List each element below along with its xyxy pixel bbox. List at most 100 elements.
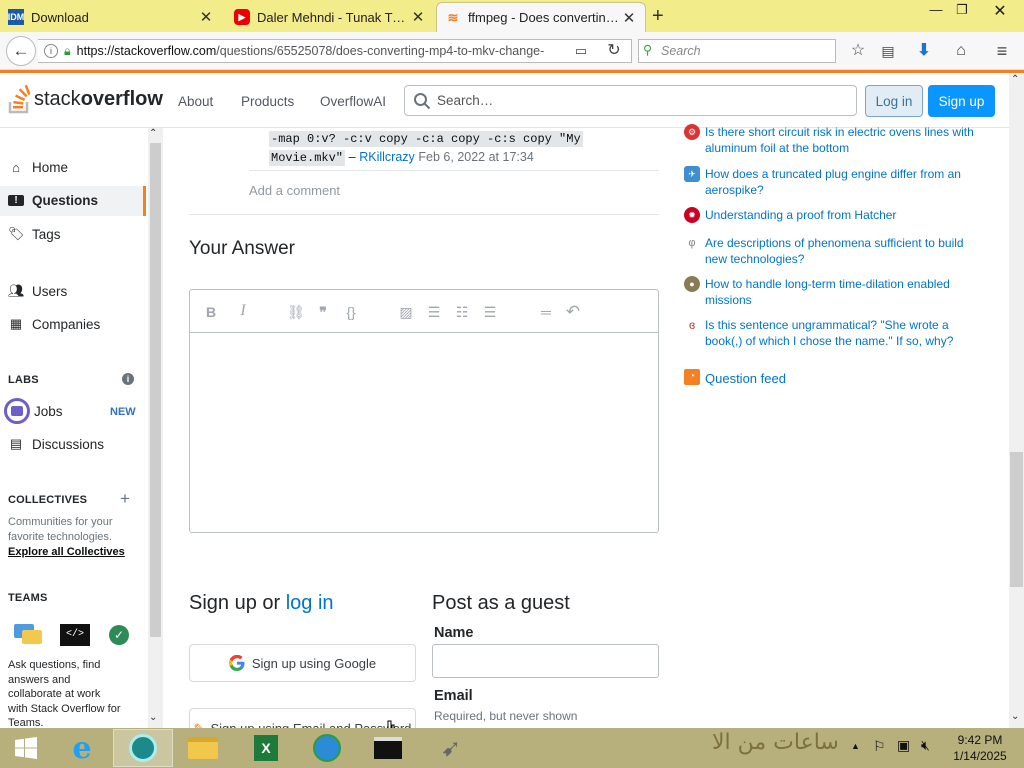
sidebar-item-questions[interactable]: ! Questions [8, 193, 98, 208]
bold-icon[interactable]: B [202, 304, 220, 320]
bulleted-list-icon[interactable]: ☷ [453, 304, 471, 321]
bookmark-star-icon[interactable]: ☆ [847, 40, 869, 62]
tab-youtube[interactable]: ▶ Daler Mehndi - Tunak Tunak Tun ✕ [226, 2, 434, 32]
reload-icon[interactable]: ↻ [603, 40, 625, 62]
page-scrollbar[interactable] [1009, 73, 1024, 728]
add-collective-plus-icon[interactable]: + [120, 489, 130, 509]
question-feed-link[interactable]: Question feed [705, 371, 786, 386]
page-scrollbar-thumb[interactable] [1010, 452, 1023, 587]
tab-stackoverflow[interactable]: ≋ ffmpeg - Does converting mp4 to mkv ✕ [436, 2, 646, 32]
comment-text: -map 0:v? -c:v copy -c:a copy -c:s copy … [269, 129, 583, 167]
windows-start-icon[interactable] [0, 729, 52, 767]
teams-desc: collaborate at work [8, 688, 101, 700]
close-tab-icon[interactable]: ✕ [621, 9, 637, 27]
logo-text-bold: overflow [80, 87, 163, 110]
back-arrow-icon[interactable]: ← [6, 36, 36, 66]
url-bar[interactable]: i 🔒︎ https://stackoverflow.com /question… [38, 39, 632, 63]
comment-code: Movie.mkv" [269, 150, 346, 166]
terminal-icon[interactable] [358, 729, 418, 767]
blockquote-icon[interactable]: ❞ [314, 304, 332, 321]
show-hidden-icons-icon[interactable]: ▲ [851, 741, 860, 751]
login-button[interactable]: Log in [865, 85, 923, 117]
clock-time: 9:42 PM [957, 733, 1003, 747]
numbered-list-icon[interactable]: ☰ [425, 304, 443, 321]
hot-question[interactable]: ⚙ Is there short circuit risk in electric… [684, 124, 974, 156]
image-icon[interactable]: ▨ [397, 304, 415, 321]
sidebar-item-label: Discussions [32, 436, 105, 452]
heading-icon[interactable]: ☰ [481, 304, 499, 321]
info-icon[interactable]: i [122, 373, 134, 385]
sidebar-item-discussions[interactable]: ▤ Discussions [8, 436, 104, 452]
sidebar-item-jobs[interactable]: Jobs [34, 404, 63, 419]
add-comment-link[interactable]: Add a comment [249, 183, 340, 198]
sidebar-item-label: Users [32, 283, 68, 299]
signup-google-button[interactable]: Sign up using Google [189, 644, 416, 682]
scroll-down-arrow-icon[interactable]: ⌄ [149, 712, 157, 723]
signup-button[interactable]: Sign up [928, 85, 995, 117]
login-link[interactable]: log in [286, 592, 334, 614]
youtube-favicon-icon: ▶ [234, 9, 250, 25]
rocket-app-icon[interactable]: ➹ [421, 729, 481, 767]
undo-icon[interactable]: ↶ [564, 302, 582, 322]
internet-explorer-icon[interactable]: e [52, 729, 112, 767]
menu-hamburger-icon[interactable]: ≡ [991, 40, 1013, 62]
hot-question[interactable]: ✹ Understanding a proof from Hatcher [684, 207, 974, 223]
excel-icon[interactable]: X [236, 729, 296, 767]
browser-search-input[interactable]: ⚲ Search [638, 39, 836, 63]
nav-products[interactable]: Products [241, 94, 294, 109]
scroll-down-arrow-icon[interactable]: ⌄ [1011, 711, 1019, 722]
new-tab-plus-icon[interactable]: + [652, 5, 664, 28]
stackoverflow-logo[interactable]: stack overflow [8, 84, 163, 114]
code-braces-icon[interactable]: {} [342, 304, 360, 320]
home-icon[interactable]: ⌂ [950, 40, 972, 62]
italic-icon[interactable]: I [234, 302, 252, 320]
teams-chat-icon [14, 624, 42, 644]
sidebar-item-companies[interactable]: ▦ Companies [8, 316, 100, 332]
google-icon [228, 655, 245, 671]
clock-date: 1/14/2025 [953, 749, 1007, 763]
close-tab-icon[interactable]: ✕ [198, 8, 214, 26]
download-arrow-icon[interactable]: ⬇ [913, 40, 935, 62]
sidebar-item-users[interactable]: 👥︎ Users [8, 283, 67, 299]
action-center-flag-icon[interactable]: ⚐ [873, 738, 886, 755]
nav-overflowai[interactable]: OverflowAI [320, 94, 386, 109]
hot-question[interactable]: ✈ How does a truncated plug engine differ… [684, 166, 974, 198]
scroll-up-arrow-icon[interactable]: ⌃ [1011, 74, 1019, 85]
teams-desc: answers and [8, 674, 71, 686]
logo-text-light: stack [34, 87, 81, 110]
comment-user-link[interactable]: RKillcrazy [359, 150, 415, 164]
network-icon[interactable]: ▣ [897, 737, 910, 754]
horizontal-rule-icon[interactable]: ═ [537, 304, 555, 320]
waterfox-browser-icon[interactable] [113, 729, 173, 767]
explore-collectives-link[interactable]: Explore all Collectives [8, 545, 125, 560]
scroll-up-arrow-icon[interactable]: ⌃ [149, 128, 157, 139]
volume-muted-icon[interactable]: 🔇︎ [921, 737, 930, 754]
name-input[interactable] [432, 644, 659, 678]
labs-heading: LABS [8, 374, 39, 386]
close-tab-icon[interactable]: ✕ [410, 8, 426, 26]
hot-question[interactable]: ● How to handle long-term time-dilation e… [684, 276, 974, 308]
restore-icon[interactable]: ❐ [947, 2, 977, 18]
site-favicon-icon: ✹ [684, 207, 700, 223]
sidebar-item-tags[interactable]: 🏷︎ Tags [8, 226, 61, 242]
file-explorer-icon[interactable] [173, 729, 233, 767]
hot-question[interactable]: φ Are descriptions of phenomena sufficien… [684, 235, 974, 267]
sidebar-scrollbar-thumb[interactable] [150, 143, 161, 637]
internet-download-manager-icon[interactable] [297, 729, 357, 767]
taskbar-clock[interactable]: 9:42 PM 1/14/2025 [940, 732, 1020, 764]
nav-about[interactable]: About [178, 94, 213, 109]
bookmarks-library-icon[interactable]: ▤ [877, 40, 899, 62]
search-engine-icon: ⚲ [643, 43, 653, 57]
sidebar-item-label: Questions [32, 193, 99, 208]
close-window-icon[interactable]: ✕ [985, 1, 1015, 21]
hot-question[interactable]: ɞ Is this sentence ungrammatical? "She wr… [684, 317, 974, 349]
sidebar-item-home[interactable]: ⌂ Home [8, 160, 68, 175]
site-search-input[interactable]: Search… [404, 85, 857, 116]
link-icon[interactable]: ⛓︎ [287, 304, 305, 321]
site-favicon-icon: φ [688, 237, 696, 249]
teams-desc: with Stack Overflow for [8, 703, 121, 715]
tab-download[interactable]: IDM Download ✕ [0, 2, 222, 32]
info-icon[interactable]: i [44, 44, 58, 58]
tag-icon: 🏷︎ [8, 226, 25, 241]
reader-view-icon[interactable]: ▭ [570, 40, 592, 62]
